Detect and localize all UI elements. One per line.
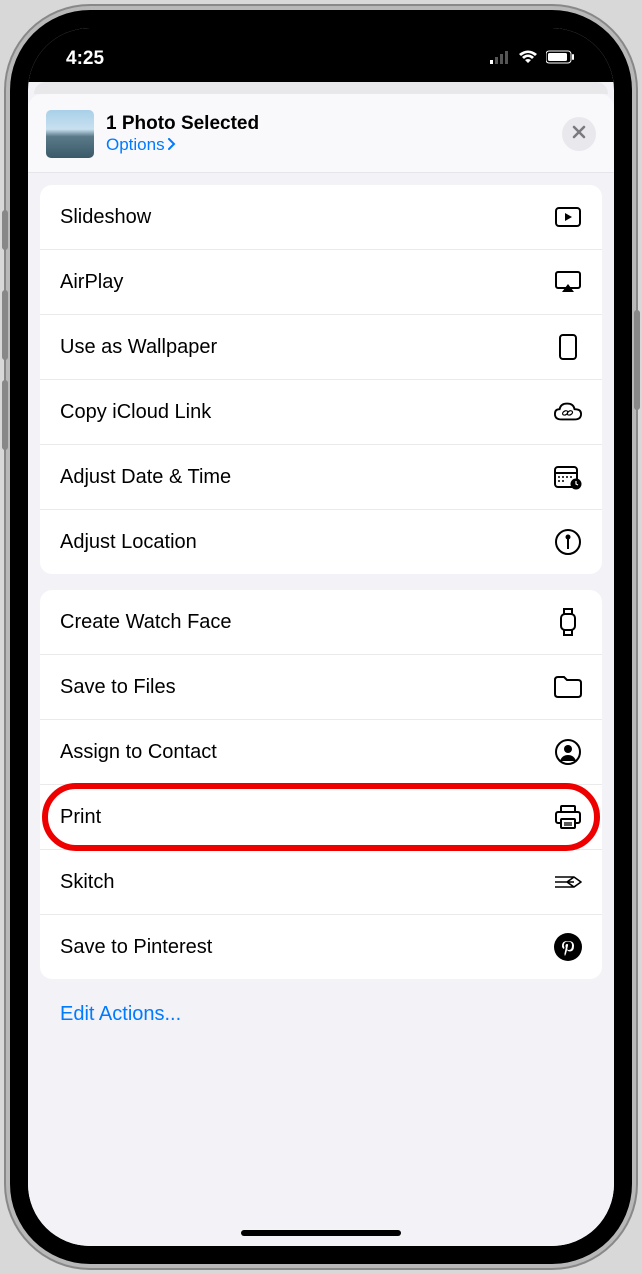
action-label: Assign to Contact	[60, 741, 217, 764]
action-icloud-link[interactable]: Copy iCloud Link	[40, 380, 602, 445]
status-time: 4:25	[66, 40, 104, 70]
sheet-header: 1 Photo Selected Options	[28, 94, 614, 173]
action-skitch[interactable]: Skitch	[40, 850, 602, 915]
status-indicators	[490, 40, 576, 70]
pinterest-icon	[554, 933, 582, 961]
phone-frame: 4:25 1 Photo Selected Op	[10, 10, 632, 1264]
printer-icon	[554, 803, 582, 831]
action-airplay[interactable]: AirPlay	[40, 250, 602, 315]
volume-up-button	[2, 290, 8, 360]
header-title: 1 Photo Selected	[106, 113, 562, 135]
action-adjust-location[interactable]: Adjust Location	[40, 510, 602, 574]
phone-screen: 4:25 1 Photo Selected Op	[28, 28, 614, 1246]
options-link[interactable]: Options	[106, 135, 562, 155]
action-label: Adjust Date & Time	[60, 466, 231, 489]
edit-actions-link[interactable]: Edit Actions...	[40, 995, 602, 1046]
options-label: Options	[106, 135, 165, 155]
action-label: Copy iCloud Link	[60, 401, 211, 424]
action-assign-contact[interactable]: Assign to Contact	[40, 720, 602, 785]
close-button[interactable]	[562, 117, 596, 151]
action-label: Save to Pinterest	[60, 936, 212, 959]
folder-icon	[554, 673, 582, 701]
close-icon	[572, 125, 586, 144]
action-slideshow[interactable]: Slideshow	[40, 185, 602, 250]
action-label: Adjust Location	[60, 531, 197, 554]
phone-icon	[554, 333, 582, 361]
action-wallpaper[interactable]: Use as Wallpaper	[40, 315, 602, 380]
background-sheet-edge	[34, 82, 608, 94]
action-label: Save to Files	[60, 676, 176, 699]
chevron-right-icon	[167, 135, 176, 155]
photo-thumbnail	[46, 110, 94, 158]
action-label: Create Watch Face	[60, 611, 232, 634]
action-watch-face[interactable]: Create Watch Face	[40, 590, 602, 655]
action-label: Slideshow	[60, 206, 151, 229]
home-indicator[interactable]	[241, 1230, 401, 1236]
pin-circle-icon	[554, 528, 582, 556]
action-pinterest[interactable]: Save to Pinterest	[40, 915, 602, 979]
power-button	[634, 310, 640, 410]
watch-icon	[554, 608, 582, 636]
cloud-link-icon	[554, 398, 582, 426]
cellular-icon	[490, 48, 510, 70]
person-circle-icon	[554, 738, 582, 766]
action-adjust-date[interactable]: Adjust Date & Time	[40, 445, 602, 510]
action-print[interactable]: Print	[40, 785, 602, 850]
play-rect-icon	[554, 203, 582, 231]
action-label: AirPlay	[60, 271, 123, 294]
action-group-2: Create Watch Face Save to Files Assign t…	[40, 590, 602, 979]
phone-notch	[211, 28, 431, 62]
skitch-icon	[554, 868, 582, 896]
battery-icon	[546, 48, 576, 70]
silent-switch	[2, 210, 8, 250]
action-label: Use as Wallpaper	[60, 336, 217, 359]
actions-container[interactable]: Slideshow AirPlay Use as Wallpaper	[28, 173, 614, 1246]
action-label: Print	[60, 806, 101, 829]
action-group-1: Slideshow AirPlay Use as Wallpaper	[40, 185, 602, 574]
volume-down-button	[2, 380, 8, 450]
share-sheet: 1 Photo Selected Options	[28, 94, 614, 1246]
calendar-clock-icon	[554, 463, 582, 491]
highlight-ring	[42, 783, 600, 851]
wifi-icon	[518, 48, 538, 70]
airplay-icon	[554, 268, 582, 296]
action-label: Skitch	[60, 871, 114, 894]
action-save-files[interactable]: Save to Files	[40, 655, 602, 720]
